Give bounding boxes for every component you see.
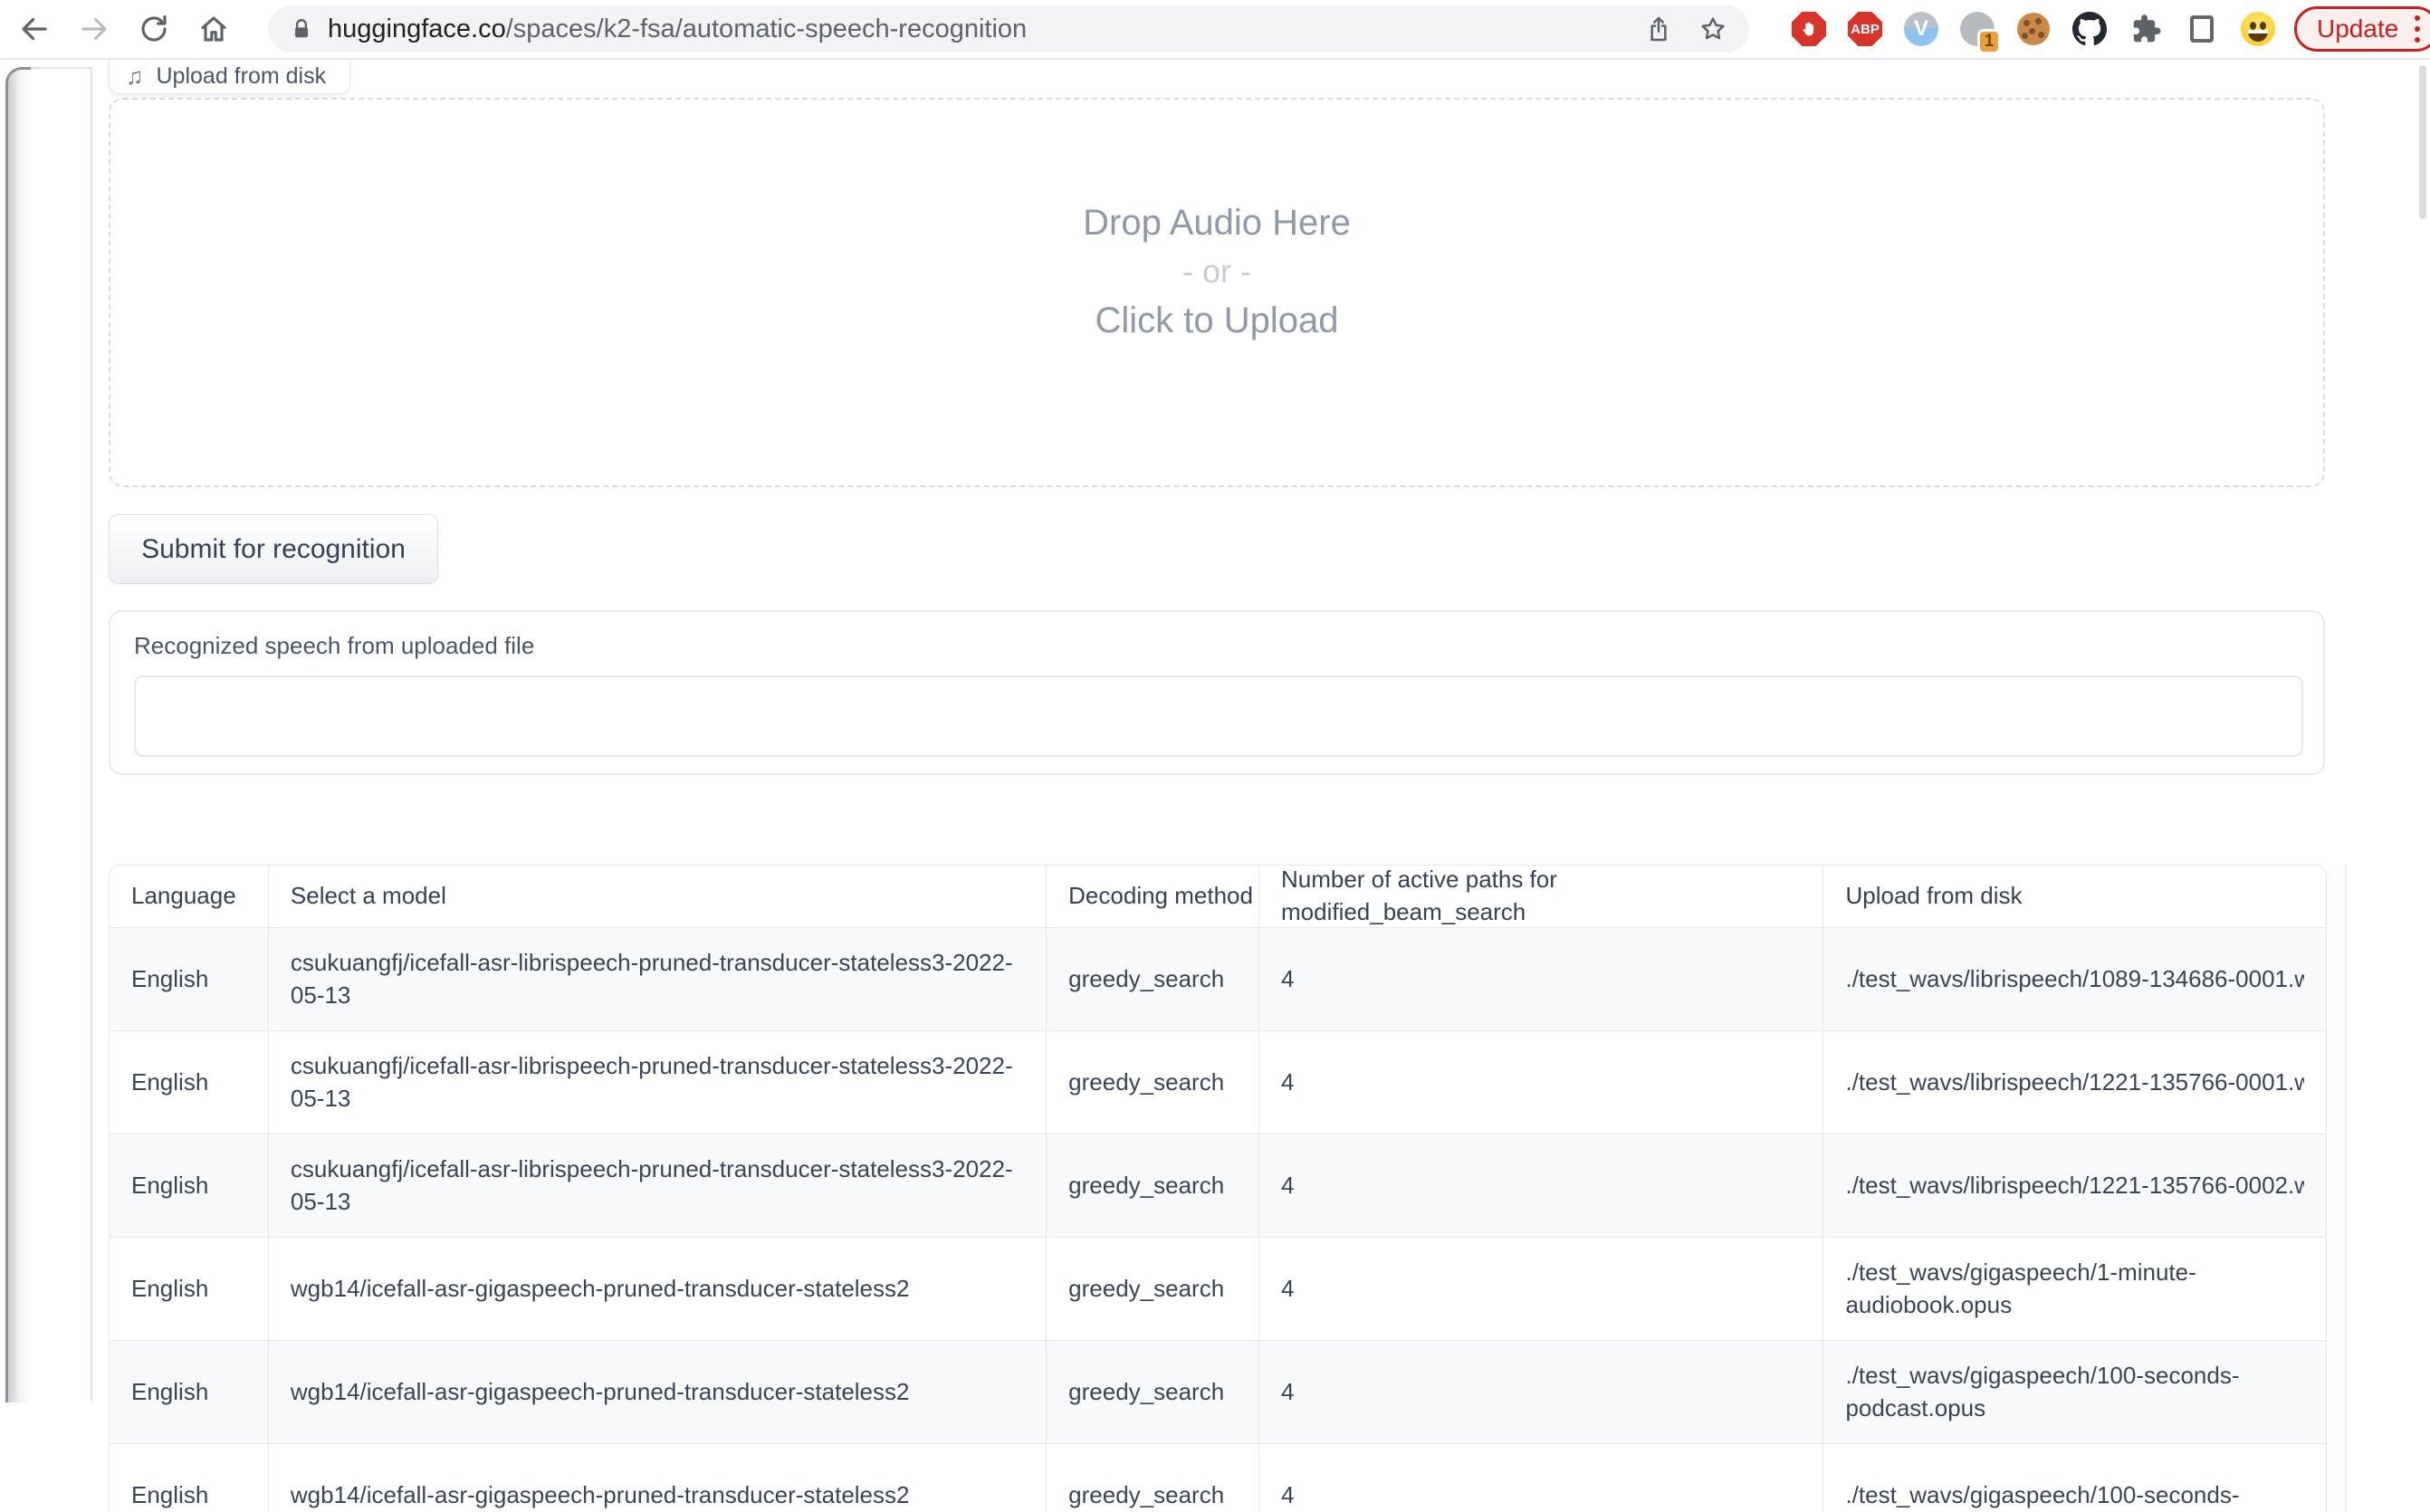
share-icon[interactable] xyxy=(1644,14,1673,43)
emoji-extension-button[interactable] xyxy=(2240,11,2276,47)
page-content: ♫ Upload from disk Drop Audio Here - or … xyxy=(0,60,2430,1512)
update-button[interactable]: Update xyxy=(2294,6,2430,52)
reading-list-icon xyxy=(2190,15,2214,43)
dropzone-line1: Drop Audio Here xyxy=(1083,197,1351,249)
page-scrollbar[interactable] xyxy=(2419,65,2426,219)
tab-label: Upload from disk xyxy=(157,63,327,90)
adblock-extension-button[interactable] xyxy=(1791,11,1827,47)
home-icon xyxy=(197,13,230,45)
table-row[interactable]: English csukuangfj/icefall-asr-librispee… xyxy=(110,1030,2326,1134)
audio-dropzone[interactable]: Drop Audio Here - or - Click to Upload xyxy=(109,98,2325,487)
tab-upload-from-disk[interactable]: ♫ Upload from disk xyxy=(109,60,350,94)
table-scroll-border xyxy=(2345,865,2347,1512)
browser-toolbar: huggingface.co/spaces/k2-fsa/automatic-s… xyxy=(0,0,2430,60)
examples-table: Language Select a model Decoding method … xyxy=(109,865,2327,1512)
panel-top-border xyxy=(31,67,91,69)
left-panel-edge xyxy=(5,67,31,1402)
cookie-extension-button[interactable] xyxy=(2015,11,2052,47)
table-row[interactable]: English wgb14/icefall-asr-gigaspeech-pru… xyxy=(110,1340,2326,1443)
panel-left-border xyxy=(91,67,92,1402)
submit-button[interactable]: Submit for recognition xyxy=(109,514,438,584)
table-row[interactable]: English csukuangfj/icefall-asr-librispee… xyxy=(110,1134,2326,1237)
back-icon xyxy=(18,13,51,45)
notification-badge: 1 xyxy=(1977,29,2001,54)
back-button[interactable] xyxy=(16,11,53,47)
github-icon xyxy=(2072,12,2107,46)
cookie-icon xyxy=(2017,13,2050,45)
recognized-speech-textbox[interactable] xyxy=(134,675,2303,757)
star-icon[interactable] xyxy=(1698,14,1727,43)
home-button[interactable] xyxy=(196,11,232,47)
forward-icon xyxy=(78,13,110,45)
music-notes-icon: ♫ xyxy=(126,62,144,91)
abp-extension-button[interactable]: ABP xyxy=(1847,11,1883,47)
browser-menu-icon[interactable] xyxy=(2415,13,2420,45)
abp-icon: ABP xyxy=(1848,12,1882,46)
adblock-hand-icon xyxy=(1792,12,1826,46)
dropzone-line2: - or - xyxy=(1182,248,1251,294)
extensions-menu-button[interactable] xyxy=(2128,11,2164,47)
table-row[interactable]: English csukuangfj/icefall-asr-librispee… xyxy=(110,927,2326,1030)
extensions-row: ABP V 1 xyxy=(1771,11,2276,47)
table-row[interactable]: English wgb14/icefall-asr-gigaspeech-pru… xyxy=(110,1443,2326,1512)
dropzone-line3: Click to Upload xyxy=(1095,295,1338,347)
table-row[interactable]: English wgb14/icefall-asr-gigaspeech-pru… xyxy=(110,1237,2326,1340)
header-language: Language xyxy=(110,866,268,927)
url-text: huggingface.co/spaces/k2-fsa/automatic-s… xyxy=(328,14,1027,44)
output-panel: Recognized speech from uploaded file xyxy=(109,610,2325,775)
reload-icon xyxy=(138,13,170,45)
forward-button[interactable] xyxy=(76,11,112,47)
v-extension-button[interactable]: V xyxy=(1903,11,1939,47)
header-decoding: Decoding method xyxy=(1046,866,1258,927)
table-header-row: Language Select a model Decoding method … xyxy=(110,866,2326,927)
header-paths: Number of active paths for modified_beam… xyxy=(1258,866,1822,927)
github-extension-button[interactable] xyxy=(2071,11,2108,47)
puzzle-extensions-icon xyxy=(2129,13,2162,45)
header-file: Upload from disk xyxy=(1822,866,2326,927)
output-label: Recognized speech from uploaded file xyxy=(134,632,534,660)
reading-list-button[interactable] xyxy=(2184,11,2220,47)
v-extension-icon: V xyxy=(1904,12,1938,46)
emoji-extension-icon xyxy=(2241,12,2275,46)
header-model: Select a model xyxy=(268,866,1046,927)
lock-icon xyxy=(290,17,313,41)
url-bar[interactable]: huggingface.co/spaces/k2-fsa/automatic-s… xyxy=(268,5,1749,53)
reload-button[interactable] xyxy=(136,11,172,47)
notification-extension-button[interactable]: 1 xyxy=(1959,11,1995,47)
table-body: English csukuangfj/icefall-asr-librispee… xyxy=(110,927,2326,1512)
